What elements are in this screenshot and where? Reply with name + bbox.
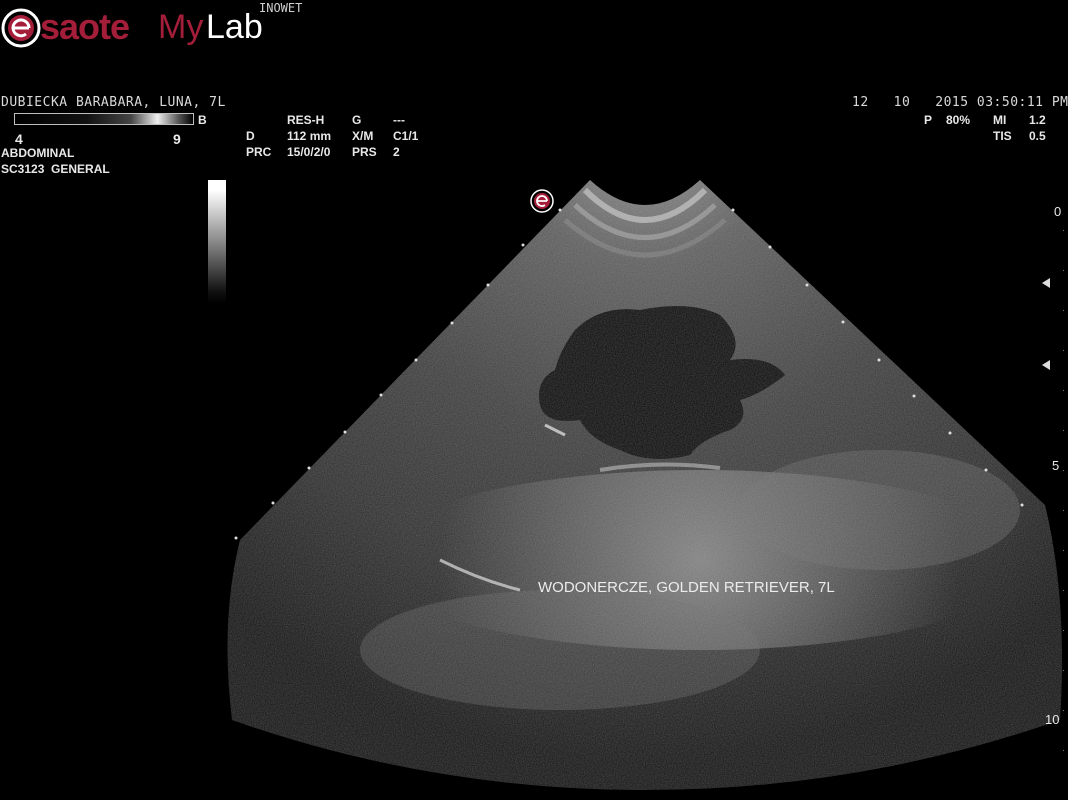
depth-0: 0 [1054,204,1062,219]
depth-5: 5 [1052,458,1060,473]
focus-triangle-icon [1042,360,1050,370]
focus-triangle-icon [1042,278,1050,288]
depth-scale: 0 5 10 [1040,200,1068,760]
depth-tick-line [1063,230,1064,755]
esaote-e-marker-icon [530,189,554,213]
depth-10: 10 [1045,712,1060,727]
ultrasound-image [227,180,1063,790]
image-annotation: WODONERCZE, GOLDEN RETRIEVER, 7L [538,579,835,596]
